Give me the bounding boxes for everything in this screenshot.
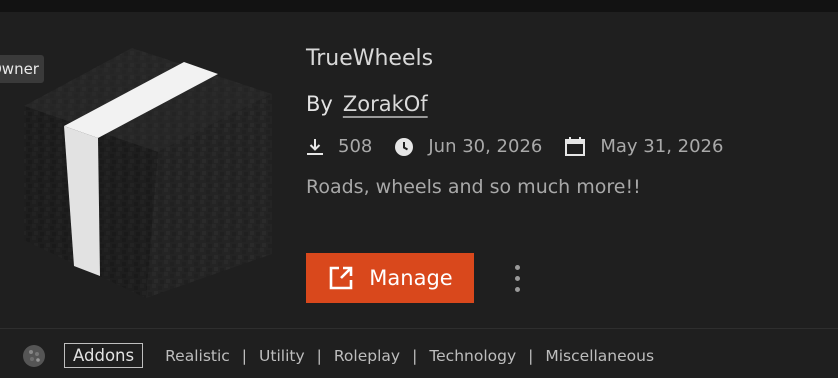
tag-technology[interactable]: Technology [429,347,516,365]
calendar-icon [565,136,586,156]
manage-button-label: Manage [369,266,453,290]
project-thumbnail[interactable] [20,44,274,300]
tags-footer: Addons Realistic | Utility | Roleplay | … [22,343,654,368]
more-options-button[interactable] [506,258,528,298]
category-badge[interactable]: Addons [64,343,144,368]
updated-stat: May 31, 2026 [564,136,723,157]
block-icon [23,344,45,367]
tag-roleplay[interactable]: Roleplay [334,347,400,365]
project-title: TrueWheels [306,46,434,71]
top-bar [0,0,838,12]
author-link[interactable]: ZorakOf [343,92,428,116]
tag-separator: | [316,346,322,365]
vertical-ellipsis-icon [514,264,520,270]
tag-miscellaneous[interactable]: Miscellaneous [545,347,654,365]
downloads-count: 508 [338,136,373,157]
project-card: Owner TrueWheels By ZorakOf [0,12,838,378]
created-stat: Jun 30, 2026 [394,136,542,157]
tag-separator: | [412,346,418,365]
card-divider [0,328,838,329]
author-prefix: By [306,92,333,116]
clock-icon [395,137,414,156]
updated-date: May 31, 2026 [600,136,724,157]
tag-separator: | [241,346,248,365]
downloads-stat: 508 [306,136,372,157]
download-icon [307,138,323,155]
tag-utility[interactable]: Utility [259,347,305,365]
created-date: Jun 30, 2026 [428,136,543,157]
author-row: By ZorakOf [306,92,428,116]
external-link-icon [329,266,353,290]
project-stats: 508 Jun 30, 2026 May 31, 2026 [306,136,723,157]
project-description: Roads, wheels and so much more!! [306,176,641,198]
tag-realistic[interactable]: Realistic [165,347,230,365]
manage-button[interactable]: Manage [306,253,474,303]
tag-separator: | [528,346,534,365]
